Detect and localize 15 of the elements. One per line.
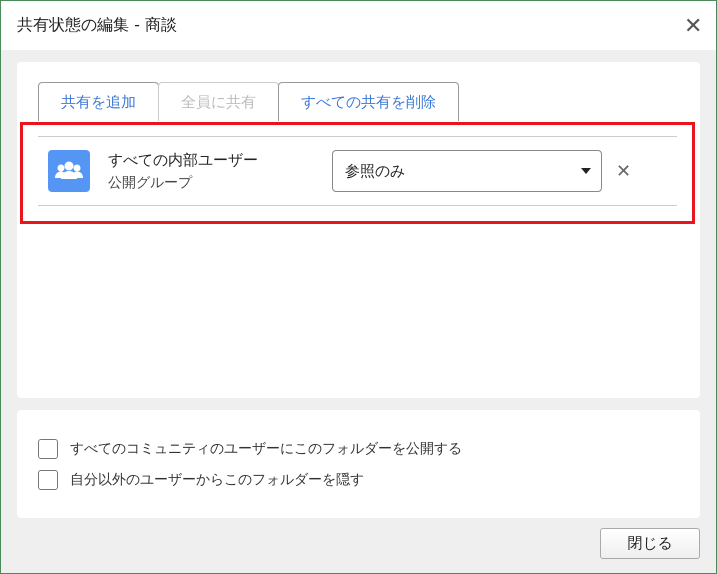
option-label: 自分以外のユーザーからこのフォルダーを隠す xyxy=(70,471,364,489)
window-title: 共有状態の編集 - 商談 xyxy=(17,15,177,36)
close-button[interactable]: ✕ xyxy=(684,12,702,38)
share-type: 公開グループ xyxy=(108,174,194,192)
option-label: すべてのコミュニティのユーザーにこのフォルダーを公開する xyxy=(70,440,462,458)
tab[interactable]: 共有を追加 xyxy=(38,82,159,121)
group-icon xyxy=(48,150,90,192)
tab[interactable]: すべての共有を削除 xyxy=(278,82,459,121)
caret-icon xyxy=(581,168,591,174)
share-name: すべての内部ユーザー xyxy=(108,150,259,170)
checkbox[interactable] xyxy=(38,439,58,459)
close-dialog-button[interactable]: 閉じる xyxy=(600,528,700,559)
checkbox[interactable] xyxy=(38,470,58,490)
remove-button[interactable]: ✕ xyxy=(616,160,631,182)
access-dropdown[interactable]: 参照のみ xyxy=(332,150,602,192)
